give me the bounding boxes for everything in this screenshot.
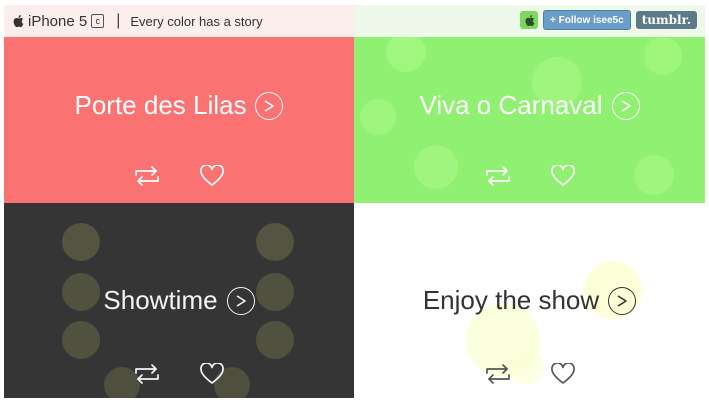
heart-icon[interactable]	[199, 164, 225, 192]
tile-title: Showtime	[4, 285, 354, 316]
play-icon[interactable]	[255, 91, 284, 120]
reblog-icon[interactable]	[484, 363, 512, 390]
play-icon[interactable]	[608, 286, 637, 315]
tumblr-button[interactable]: tumblr.	[635, 11, 697, 29]
heart-icon[interactable]	[199, 362, 225, 390]
reblog-icon[interactable]	[133, 165, 161, 192]
tile-viva-o-carnaval[interactable]: Viva o Carnaval	[354, 37, 705, 203]
top-bar: iPhone 5 c | Every color has a story + F…	[4, 5, 705, 37]
apple-button[interactable]	[520, 11, 539, 29]
follow-button[interactable]: + Follow isee5c	[543, 10, 631, 30]
tile-title: Enjoy the show	[354, 285, 705, 316]
apple-icon	[525, 14, 534, 26]
tile-actions	[4, 362, 354, 390]
tile-actions	[4, 164, 354, 192]
brand[interactable]: iPhone 5 c | Every color has a story	[12, 5, 263, 37]
tile-showtime[interactable]: Showtime	[4, 203, 354, 398]
tile-actions	[354, 362, 705, 390]
play-icon[interactable]	[226, 286, 255, 315]
brand-name: iPhone 5	[28, 12, 88, 30]
tile-title: Viva o Carnaval	[354, 90, 705, 121]
tile-porte-des-lilas[interactable]: Porte des Lilas	[4, 37, 354, 203]
separator: |	[116, 12, 121, 29]
top-actions: + Follow isee5c tumblr.	[520, 10, 697, 30]
reblog-icon[interactable]	[133, 363, 161, 390]
heart-icon[interactable]	[550, 362, 576, 390]
reblog-icon[interactable]	[484, 165, 512, 192]
tile-actions	[354, 164, 705, 192]
tile-title: Porte des Lilas	[4, 90, 354, 121]
tile-enjoy-the-show[interactable]: Enjoy the show	[354, 203, 705, 398]
model-badge: c	[91, 14, 105, 28]
play-icon[interactable]	[611, 91, 640, 120]
heart-icon[interactable]	[550, 164, 576, 192]
apple-icon	[13, 15, 24, 28]
tagline: Every color has a story	[130, 13, 263, 29]
page-frame: iPhone 5 c | Every color has a story + F…	[4, 5, 705, 398]
